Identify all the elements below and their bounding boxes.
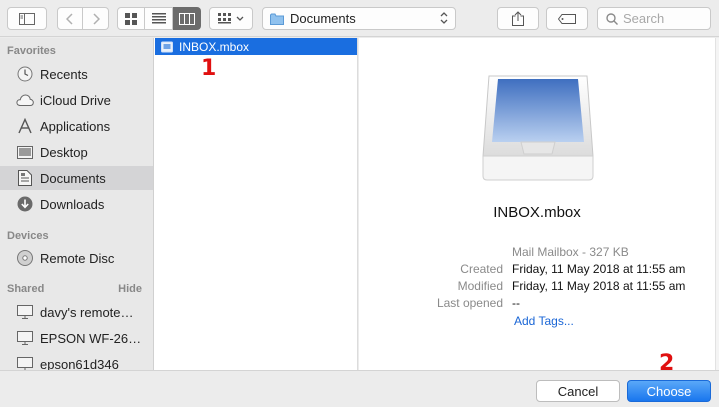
sidebar-item-label: Downloads: [40, 196, 105, 212]
file-column: INBOX.mbox 1: [154, 38, 358, 370]
cancel-button[interactable]: Cancel: [536, 380, 620, 402]
meta-created-label: Created: [460, 262, 503, 276]
sidebar-item-shared-epson-wf[interactable]: EPSON WF-26…: [0, 326, 153, 350]
sidebar: Favorites Recents iCloud Drive Applicati…: [0, 38, 154, 372]
list-view-button[interactable]: [145, 7, 173, 30]
search-field[interactable]: [597, 7, 711, 30]
monitor-icon: [15, 303, 35, 321]
mail-tray-icon: [482, 75, 594, 181]
column-view-button[interactable]: [173, 7, 201, 30]
meta-last-opened-value: --: [512, 296, 520, 310]
shared-hide-link[interactable]: Hide: [118, 283, 142, 295]
sidebar-item-label: Recents: [40, 66, 88, 82]
chevron-down-icon: [236, 16, 244, 21]
toolbar: Documents: [0, 0, 719, 37]
sidebar-item-icloud-drive[interactable]: iCloud Drive: [0, 88, 153, 112]
window-edge: [715, 38, 719, 370]
chevron-right-icon: [92, 12, 100, 25]
applications-icon: [15, 117, 35, 135]
sidebar-item-remote-disc[interactable]: Remote Disc: [0, 246, 153, 270]
view-mode-group: [117, 7, 201, 30]
icon-view-button[interactable]: [117, 7, 145, 30]
disc-icon: [15, 249, 35, 267]
sidebar-item-label: iCloud Drive: [40, 92, 111, 108]
cloud-icon: [15, 91, 35, 109]
search-input[interactable]: [623, 11, 703, 26]
grid-icon: [125, 12, 137, 25]
sidebar-item-downloads[interactable]: Downloads: [0, 192, 153, 216]
file-row-inbox-mbox[interactable]: INBOX.mbox: [155, 38, 357, 55]
clock-icon: [15, 65, 35, 83]
sidebar-item-label: Remote Disc: [40, 250, 115, 266]
shared-heading: Shared: [7, 283, 45, 295]
monitor-icon: [15, 329, 35, 347]
sidebar-item-desktop[interactable]: Desktop: [0, 140, 153, 164]
back-button[interactable]: [57, 7, 83, 30]
preview-file-name: INBOX.mbox: [493, 204, 581, 221]
tags-button[interactable]: [546, 7, 588, 30]
file-name: INBOX.mbox: [179, 39, 250, 54]
desktop-icon: [15, 143, 35, 161]
meta-created-value: Friday, 11 May 2018 at 11:55 am: [512, 262, 686, 276]
sidebar-item-label: EPSON WF-26…: [40, 330, 142, 346]
forward-button[interactable]: [83, 7, 109, 30]
tag-icon: [558, 13, 576, 24]
download-icon: [15, 195, 35, 213]
meta-modified-value: Friday, 11 May 2018 at 11:55 am: [512, 279, 686, 293]
sidebar-item-label: Documents: [40, 170, 106, 186]
back-forward-group: [57, 7, 109, 30]
sidebar-item-documents[interactable]: Documents: [0, 166, 153, 190]
folder-icon: [270, 13, 284, 25]
meta-last-opened-label: Last opened: [436, 296, 503, 310]
columns-icon: [178, 12, 195, 25]
sidebar-item-label: davy's remote…: [40, 304, 134, 320]
chevron-left-icon: [66, 12, 73, 25]
devices-heading: Devices: [7, 230, 49, 242]
meta-modified-label: Modified: [457, 279, 503, 293]
sidebar-toggle-button[interactable]: [7, 7, 47, 30]
annotation-marker-1: 1: [201, 56, 217, 81]
share-button[interactable]: [497, 7, 539, 30]
sidebar-item-label: Applications: [40, 118, 111, 134]
location-popup[interactable]: Documents: [262, 7, 456, 30]
search-icon: [606, 12, 618, 25]
favorites-heading: Favorites: [7, 45, 56, 57]
document-icon: [15, 169, 35, 187]
sidebar-item-applications[interactable]: Applications: [0, 114, 153, 138]
annotation-marker-2: 2: [659, 351, 675, 376]
preview-kind-size: Mail Mailbox - 327 KB: [512, 245, 629, 259]
list-icon: [151, 13, 166, 24]
add-tags-link[interactable]: Add Tags...: [514, 314, 574, 328]
sidebar-item-label: Desktop: [40, 144, 88, 160]
arrange-menu-button[interactable]: [209, 7, 253, 30]
preview-pane: INBOX.mbox Mail Mailbox - 327 KB Created…: [359, 38, 715, 370]
choose-button[interactable]: Choose: [627, 380, 711, 402]
location-label: Documents: [290, 11, 356, 26]
sidebar-item-shared-remote[interactable]: davy's remote…: [0, 300, 153, 324]
share-icon: [512, 11, 524, 26]
arrange-grid-icon: [218, 13, 231, 24]
dialog-button-bar: 2 Cancel Choose: [0, 351, 719, 407]
sidebar-item-recents[interactable]: Recents: [0, 62, 153, 86]
mailbox-file-icon: [161, 41, 173, 52]
up-down-arrows-icon: [440, 11, 448, 25]
sidebar-icon: [19, 12, 35, 25]
